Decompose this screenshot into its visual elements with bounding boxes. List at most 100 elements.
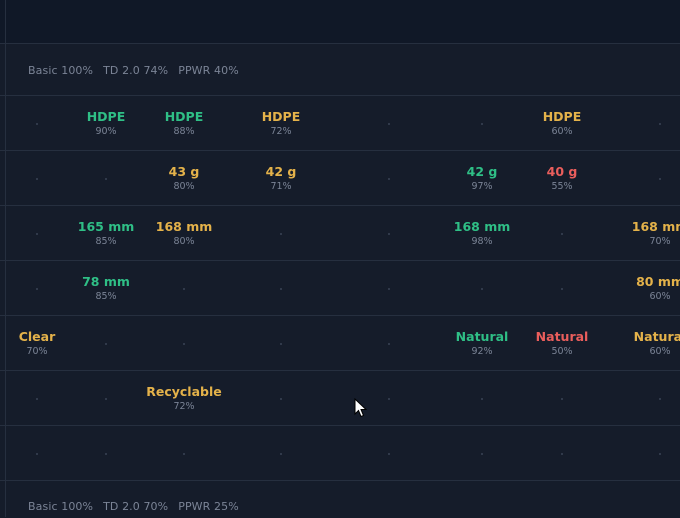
grid-row: Recyclable 72% xyxy=(0,371,680,426)
score-summary: Basic 100% TD 2.0 74% PPWR 40% xyxy=(28,64,249,77)
cell-confidence: 80% xyxy=(173,236,195,247)
grid-cell[interactable]: Natural 92% xyxy=(442,329,522,357)
basic-score: Basic 100% xyxy=(28,64,94,77)
cell-value: 168 mm xyxy=(155,219,213,234)
empty-cell-dot xyxy=(388,178,390,180)
grid-cell[interactable]: HDPE 88% xyxy=(144,109,224,137)
empty-cell-dot xyxy=(659,398,661,400)
cell-confidence: 50% xyxy=(551,346,573,357)
cell-value: HDPE xyxy=(86,109,126,124)
cell-confidence: 60% xyxy=(649,291,671,302)
empty-cell-dot xyxy=(561,453,563,455)
grid-cell[interactable]: 42 g 71% xyxy=(241,164,321,192)
cell-value: 42 g xyxy=(466,164,498,179)
empty-cell-dot xyxy=(388,233,390,235)
grid-row: Clear 70% Natural 92% Natural 50% Natural 60% xyxy=(0,316,680,371)
empty-cell-dot xyxy=(105,398,107,400)
summary-row-top: Basic 100% TD 2.0 74% PPWR 40% xyxy=(0,44,680,96)
cell-confidence: 60% xyxy=(649,346,671,357)
ppwr-score: PPWR 25% xyxy=(178,500,239,513)
empty-cell-dot xyxy=(183,343,185,345)
top-bar xyxy=(0,0,680,44)
empty-cell-dot xyxy=(280,233,282,235)
empty-cell-dot xyxy=(36,398,38,400)
mouse-pointer-icon xyxy=(354,398,368,418)
cell-confidence: 55% xyxy=(551,181,573,192)
grid-cell[interactable]: 80 mm 60% xyxy=(620,274,680,302)
empty-cell-dot xyxy=(36,288,38,290)
empty-cell-dot xyxy=(105,453,107,455)
empty-cell-dot xyxy=(561,288,563,290)
basic-score: Basic 100% xyxy=(28,500,94,513)
cell-value: HDPE xyxy=(261,109,301,124)
cell-confidence: 85% xyxy=(95,291,117,302)
empty-cell-dot xyxy=(36,453,38,455)
grid-cell[interactable]: Natural 50% xyxy=(522,329,602,357)
grid-cell[interactable]: Recyclable 72% xyxy=(144,384,224,412)
grid-cell[interactable]: HDPE 72% xyxy=(241,109,321,137)
summary-row-bottom: Basic 100% TD 2.0 70% PPWR 25% xyxy=(0,480,680,518)
cell-value: 42 g xyxy=(265,164,297,179)
cell-confidence: 88% xyxy=(173,126,195,137)
empty-cell-dot xyxy=(105,178,107,180)
cell-value: HDPE xyxy=(542,109,582,124)
empty-cell-dot xyxy=(36,233,38,235)
grid-cell[interactable]: Natural 60% xyxy=(620,329,680,357)
cell-value: 80 mm xyxy=(636,274,680,289)
empty-cell-dot xyxy=(280,288,282,290)
cell-confidence: 80% xyxy=(173,181,195,192)
empty-cell-dot xyxy=(659,178,661,180)
cell-value: Natural xyxy=(633,329,680,344)
grid-cell[interactable]: HDPE 90% xyxy=(66,109,146,137)
cell-confidence: 98% xyxy=(471,236,493,247)
empty-cell-dot xyxy=(659,123,661,125)
grid-cell[interactable]: 40 g 55% xyxy=(522,164,602,192)
grid-cell[interactable]: 168 mm 70% xyxy=(620,219,680,247)
empty-cell-dot xyxy=(388,453,390,455)
empty-cell-dot xyxy=(388,398,390,400)
td-score: TD 2.0 74% xyxy=(103,64,169,77)
cell-confidence: 72% xyxy=(173,401,195,412)
grid-cell[interactable]: 42 g 97% xyxy=(442,164,522,192)
empty-cell-dot xyxy=(659,453,661,455)
empty-cell-dot xyxy=(183,288,185,290)
cell-confidence: 70% xyxy=(649,236,671,247)
cell-value: Clear xyxy=(18,329,56,344)
cell-value: 78 mm xyxy=(82,274,130,289)
grid-cell[interactable]: 43 g 80% xyxy=(144,164,224,192)
empty-cell-dot xyxy=(481,123,483,125)
empty-cell-dot xyxy=(36,178,38,180)
grid-cell[interactable]: 165 mm 85% xyxy=(66,219,146,247)
grid-cell[interactable]: HDPE 60% xyxy=(522,109,602,137)
empty-cell-dot xyxy=(481,288,483,290)
grid-row: 165 mm 85% 168 mm 80% 168 mm 98% 168 mm 70% xyxy=(0,206,680,261)
grid-cell[interactable]: 168 mm 98% xyxy=(442,219,522,247)
cell-confidence: 71% xyxy=(270,181,292,192)
grid-cell[interactable]: 78 mm 85% xyxy=(66,274,146,302)
cell-value: 40 g xyxy=(546,164,578,179)
cell-value: 43 g xyxy=(168,164,200,179)
empty-cell-dot xyxy=(36,123,38,125)
cell-confidence: 70% xyxy=(26,346,48,357)
cell-confidence: 92% xyxy=(471,346,493,357)
grid-row xyxy=(0,426,680,481)
grid-cell[interactable]: Clear 70% xyxy=(0,329,77,357)
empty-cell-dot xyxy=(280,398,282,400)
cell-value: Recyclable xyxy=(146,384,222,399)
empty-cell-dot xyxy=(388,288,390,290)
cell-confidence: 90% xyxy=(95,126,117,137)
grid-row: HDPE 90% HDPE 88% HDPE 72% HDPE 60% xyxy=(0,96,680,151)
ppwr-score: PPWR 40% xyxy=(178,64,239,77)
empty-cell-dot xyxy=(481,398,483,400)
grid-cell[interactable]: 168 mm 80% xyxy=(144,219,224,247)
empty-cell-dot xyxy=(183,453,185,455)
cell-value: 168 mm xyxy=(453,219,511,234)
empty-cell-dot xyxy=(280,453,282,455)
cell-value: HDPE xyxy=(164,109,204,124)
cell-value: Natural xyxy=(535,329,589,344)
cell-value: 165 mm xyxy=(77,219,135,234)
cell-value: 168 mm xyxy=(631,219,680,234)
cell-confidence: 60% xyxy=(551,126,573,137)
empty-cell-dot xyxy=(388,343,390,345)
cell-confidence: 85% xyxy=(95,236,117,247)
